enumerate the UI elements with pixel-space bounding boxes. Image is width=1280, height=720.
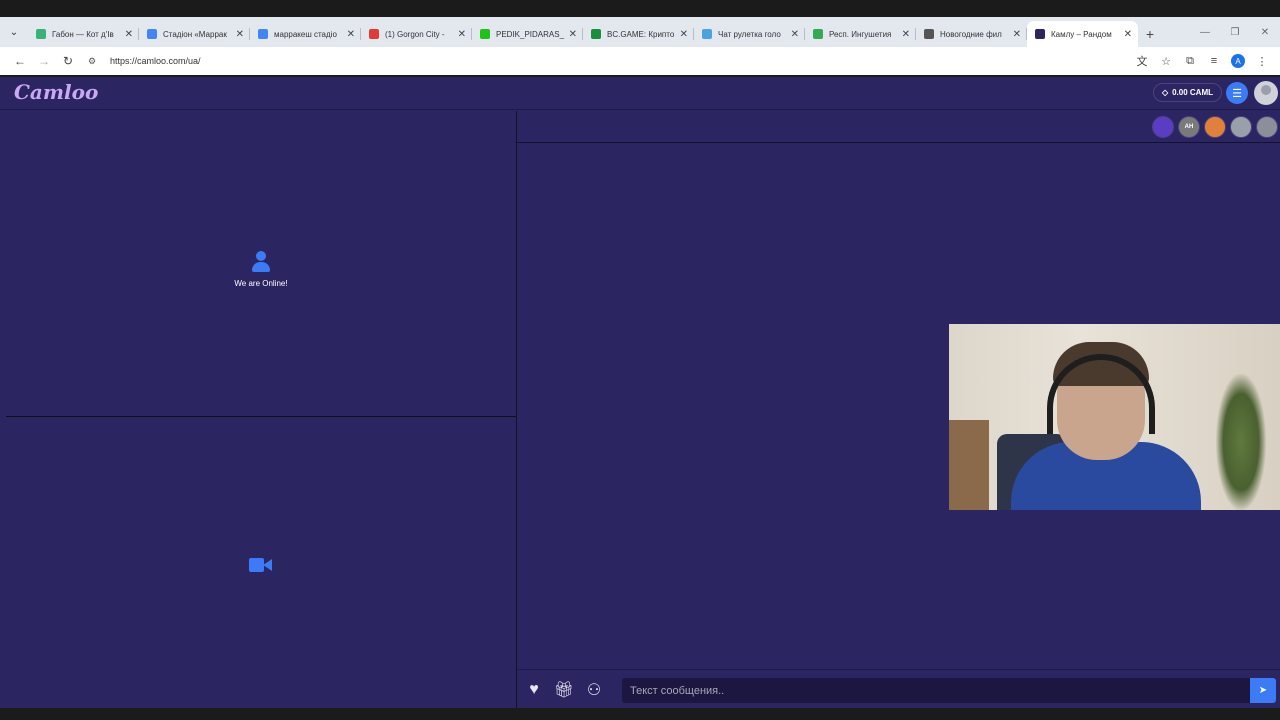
translate-icon[interactable]: 文 (1130, 53, 1154, 69)
tab-title: Камлу – Рандом (1051, 29, 1112, 39)
bcgame-icon (591, 29, 601, 39)
new-tab-button[interactable]: + (1138, 21, 1162, 47)
url-field[interactable]: ⚙ https://camloo.com/ua/ (88, 50, 1130, 72)
bookmark-star-icon[interactable]: ☆ (1154, 55, 1178, 68)
online-users-avatars: AH (1152, 116, 1278, 138)
balance-badge[interactable]: ◇ 0.00 CAML (1152, 83, 1222, 102)
browser-tab[interactable]: PEDIK_PIDARAS_ ✕ (472, 21, 583, 47)
online-label: We are Online! (234, 279, 288, 288)
user-avatar[interactable] (1254, 81, 1278, 105)
google-icon (147, 29, 157, 39)
avatar-5[interactable] (1256, 116, 1278, 138)
site-header: Camloo ◇ 0.00 CAML ☰ (0, 77, 1280, 110)
camloo-page: Camloo ◇ 0.00 CAML ☰ We are Online! AH ♥… (0, 77, 1280, 708)
tab-title: Габон — Кот д'Ів (52, 29, 114, 39)
close-tab-icon[interactable]: ✕ (569, 29, 577, 40)
browser-tab-strip: ⌄ Габон — Кот д'Ів ✕ Стадіон «Маррак ✕ марра… (0, 17, 1280, 47)
browser-tab[interactable]: Чат рулетка голо ✕ (694, 21, 805, 47)
camloo-logo[interactable]: Camloo (14, 80, 98, 104)
chat-panel: AH ♥ 🎁︎ ⚇ ➤ (517, 111, 1280, 708)
browser-menu-icon[interactable]: ⋮ (1250, 55, 1274, 68)
maps-pin-icon (813, 29, 823, 39)
tab-search-icon[interactable]: ⌄ (0, 17, 28, 47)
user-icon (251, 251, 271, 273)
tab-title: Респ. Ингушетия (829, 29, 892, 39)
browser-tab[interactable]: Габон — Кот д'Ів ✕ (28, 21, 139, 47)
chat-icon (702, 29, 712, 39)
kick-icon (480, 29, 490, 39)
camloo-icon (1035, 29, 1045, 39)
chat-header: AH (517, 111, 1280, 143)
youtube-icon (369, 29, 379, 39)
messages-icon[interactable]: ☰ (1226, 82, 1248, 104)
balance-amount: 0.00 CAML (1172, 88, 1213, 97)
browser-tab[interactable]: (1) Gorgon City - ✕ (361, 21, 472, 47)
close-tab-icon[interactable]: ✕ (458, 29, 466, 40)
address-bar: ← → ↻ ⚙ https://camloo.com/ua/ 文 ☆ ⧉ ≡ A… (0, 47, 1280, 75)
media-control-icon[interactable]: ≡ (1202, 55, 1226, 67)
profile-avatar[interactable]: A (1231, 54, 1245, 68)
partner-video: We are Online! (6, 111, 516, 417)
close-tab-icon[interactable]: ✕ (791, 29, 799, 40)
close-tab-icon[interactable]: ✕ (347, 29, 355, 40)
tab-title: марракеш стадіо (274, 29, 337, 39)
green-page-icon (36, 29, 46, 39)
tab-title: Стадіон «Маррак (163, 29, 227, 39)
forward-icon[interactable]: → (32, 49, 56, 73)
browser-tab[interactable]: Новогодние фил ✕ (916, 21, 1027, 47)
diamond-icon: ◇ (1161, 88, 1169, 97)
browser-tab[interactable]: BC.GAME: Крипто ✕ (583, 21, 694, 47)
back-icon[interactable]: ← (8, 49, 32, 73)
close-tab-icon[interactable]: ✕ (125, 29, 133, 40)
avatar-4[interactable] (1230, 116, 1252, 138)
close-window-icon[interactable]: ✕ (1250, 27, 1280, 38)
avatar-3[interactable] (1204, 116, 1226, 138)
gift-icon[interactable]: 🎁︎ (553, 679, 575, 701)
tab-title: Чат рулетка голо (718, 29, 781, 39)
tab-title: PEDIK_PIDARAS_ (496, 29, 565, 39)
minimize-icon[interactable]: — (1190, 27, 1220, 38)
self-video (6, 418, 516, 708)
tab-title: BC.GAME: Крипто (607, 29, 675, 39)
reload-icon[interactable]: ↻ (56, 49, 80, 73)
close-tab-icon[interactable]: ✕ (1124, 29, 1132, 40)
url-text: https://camloo.com/ua/ (110, 56, 201, 66)
close-tab-icon[interactable]: ✕ (236, 29, 244, 40)
browser-tab[interactable]: Стадіон «Маррак ✕ (139, 21, 250, 47)
avatar-1[interactable] (1152, 116, 1174, 138)
browser-tab[interactable]: Респ. Ингушетия ✕ (805, 21, 916, 47)
close-tab-icon[interactable]: ✕ (902, 29, 910, 40)
webcam-overlay (949, 324, 1280, 510)
online-status: We are Online! (6, 251, 516, 288)
message-input[interactable] (622, 678, 1250, 703)
video-panel: We are Online! (6, 111, 516, 708)
add-friend-icon[interactable]: ⚇ (583, 679, 605, 701)
google-icon (258, 29, 268, 39)
close-tab-icon[interactable]: ✕ (680, 29, 688, 40)
tab-title: (1) Gorgon City - (385, 29, 445, 39)
site-info-icon[interactable]: ⚙ (88, 56, 104, 67)
restore-icon[interactable]: ❐ (1220, 27, 1250, 38)
browser-tab[interactable]: Камлу – Рандом ✕ (1027, 21, 1138, 47)
window-controls: — ❐ ✕ (1190, 17, 1280, 47)
avatar-2[interactable]: AH (1178, 116, 1200, 138)
browser-tab[interactable]: марракеш стадіо ✕ (250, 21, 361, 47)
heart-icon[interactable]: ♥ (523, 679, 545, 701)
close-tab-icon[interactable]: ✕ (1013, 29, 1021, 40)
tab-title: Новогодние фил (940, 29, 1002, 39)
video-camera-icon[interactable] (249, 557, 273, 573)
extensions-icon[interactable]: ⧉ (1178, 55, 1202, 68)
send-icon[interactable]: ➤ (1250, 678, 1276, 703)
globe-icon (924, 29, 934, 39)
chat-input-bar: ♥ 🎁︎ ⚇ ➤ (517, 669, 1280, 708)
